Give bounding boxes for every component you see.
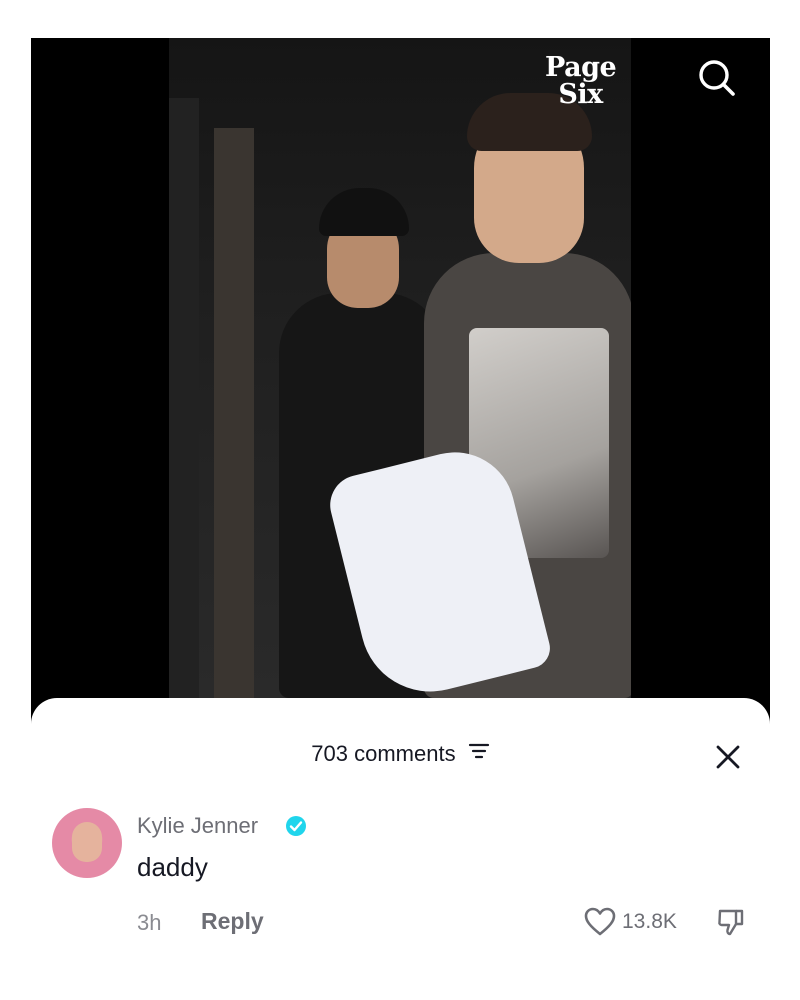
like-count: 13.8K: [622, 910, 677, 933]
person-left-cap: [319, 188, 409, 236]
search-button[interactable]: [695, 56, 739, 100]
logo-line-2: Six: [558, 79, 603, 110]
dislike-button[interactable]: [715, 906, 747, 938]
comment-item: Kylie Jenner daddy 3h Reply 13.8K: [31, 808, 770, 958]
filter-icon[interactable]: [468, 741, 490, 767]
heart-icon: [584, 907, 616, 936]
comments-header: 703 comments: [31, 740, 770, 767]
comments-sheet: 703 comments Kylie Jenner daddy 3h Reply…: [31, 698, 770, 1000]
like-button[interactable]: 13.8K: [584, 906, 677, 938]
page-six-logo: Page Six: [545, 52, 617, 110]
close-button[interactable]: [715, 744, 741, 770]
verified-badge-icon: [285, 815, 307, 837]
avatar[interactable]: [52, 808, 122, 878]
comment-timestamp: 3h: [137, 910, 162, 935]
thumbs-down-icon: [718, 909, 744, 936]
avatar-face: [72, 822, 102, 862]
background-pillar: [169, 98, 199, 698]
reply-button[interactable]: Reply: [201, 908, 264, 935]
comment-username[interactable]: Kylie Jenner: [137, 813, 258, 839]
background-pillar: [214, 128, 254, 698]
video-frame[interactable]: [169, 38, 631, 698]
comment-count: 703 comments: [311, 741, 456, 767]
comment-text: daddy: [137, 852, 208, 882]
search-icon: [699, 60, 735, 96]
logo-line-1: Page: [545, 52, 617, 83]
close-icon: [716, 745, 740, 769]
